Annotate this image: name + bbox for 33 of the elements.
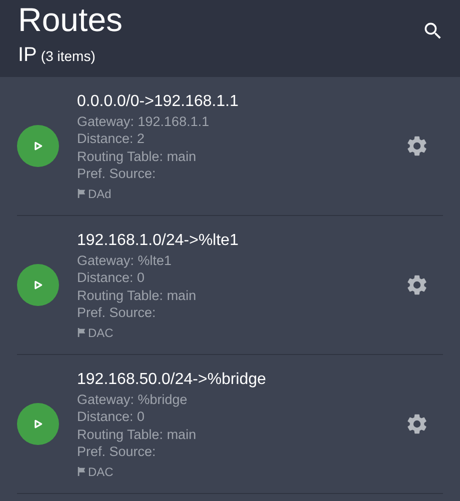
route-detail: Distance: 2	[77, 130, 146, 148]
route-flags: DAC	[88, 326, 114, 340]
play-button[interactable]	[17, 403, 59, 445]
item-count: (3 items)	[40, 48, 96, 64]
route-title: 192.168.1.0/24->%lte1	[77, 230, 240, 250]
play-icon	[33, 280, 43, 290]
route-title: 192.168.50.0/24->%bridge	[77, 370, 268, 390]
route-flags: DAd	[88, 186, 112, 200]
route-title: 0.0.0.0/0->192.168.1.1	[77, 92, 240, 112]
settings-icon[interactable]	[405, 273, 429, 297]
route-detail: Distance: 0	[77, 408, 146, 426]
flag-icon	[77, 467, 86, 476]
play-icon	[33, 141, 43, 151]
route-detail: Distance: 0	[77, 269, 146, 286]
play-button[interactable]	[17, 125, 59, 167]
route-detail: Pref. Source:	[77, 443, 157, 460]
route-detail: Pref. Source:	[77, 304, 157, 322]
section-title: IP	[18, 44, 37, 66]
flag-icon	[77, 328, 86, 337]
page-title: Routes	[18, 0, 123, 40]
play-button[interactable]	[17, 264, 59, 306]
route-detail: Gateway: %bridge	[77, 390, 188, 408]
route-detail: Routing Table: main	[77, 148, 198, 165]
route-detail: Routing Table: main	[77, 286, 198, 304]
flag-icon	[77, 189, 86, 198]
play-icon	[33, 419, 43, 429]
route-detail: Pref. Source:	[77, 165, 157, 182]
route-detail: Gateway: %lte1	[77, 252, 173, 269]
settings-icon[interactable]	[405, 412, 429, 436]
route-flags: DAC	[88, 464, 114, 478]
settings-icon[interactable]	[405, 134, 429, 158]
route-detail: Routing Table: main	[77, 426, 198, 443]
route-detail: Gateway: 192.168.1.1	[77, 112, 210, 130]
